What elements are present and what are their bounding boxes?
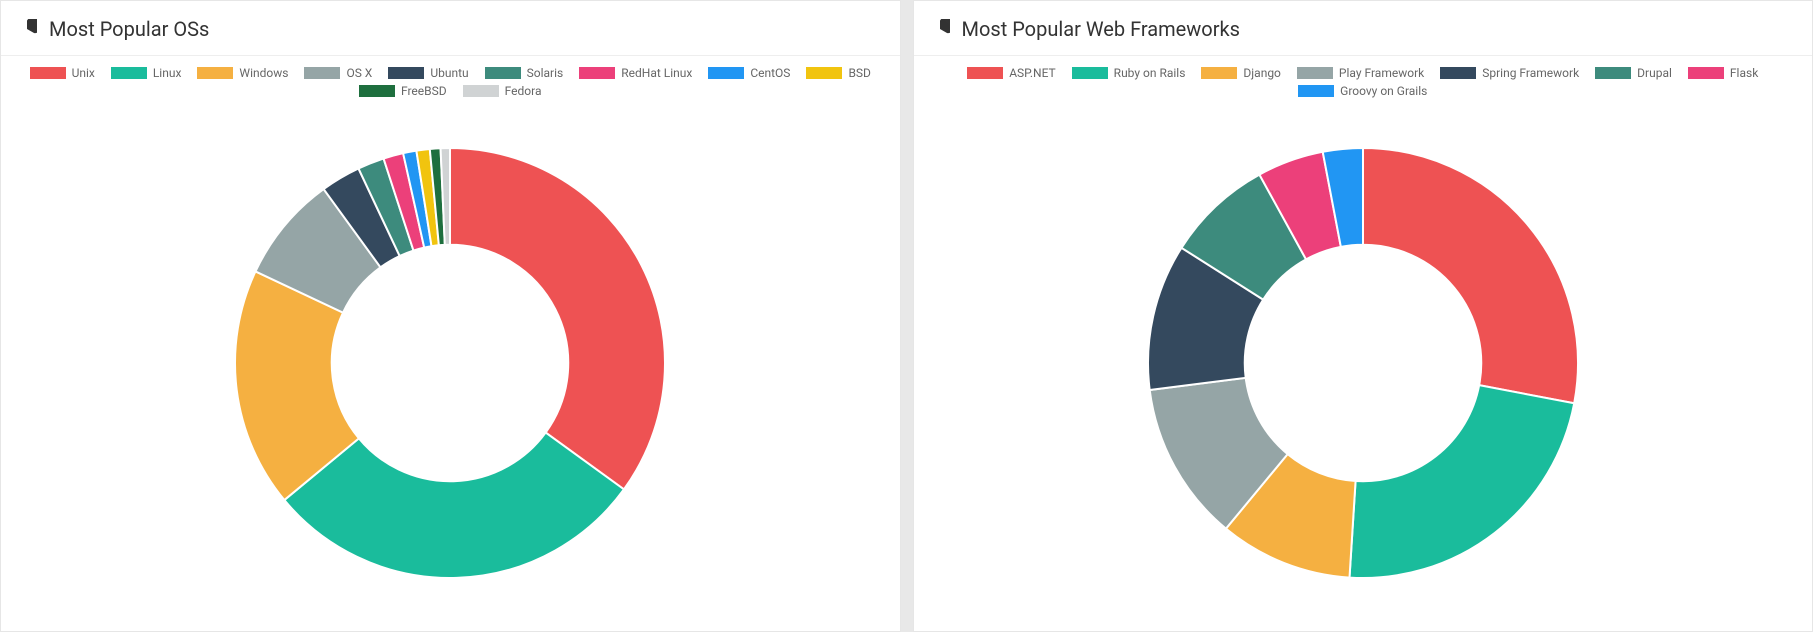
legend-swatch	[463, 85, 499, 97]
legend-swatch	[579, 67, 615, 79]
legend-item[interactable]: OS X	[304, 66, 372, 80]
legend-swatch	[304, 67, 340, 79]
donut-chart	[210, 123, 690, 603]
legend-item[interactable]: Flask	[1688, 66, 1758, 80]
chart-legend: ASP.NET Ruby on Rails Django Play Framework…	[932, 66, 1795, 98]
legend-swatch	[30, 67, 66, 79]
donut-chart	[1123, 123, 1603, 603]
legend-item[interactable]: Play Framework	[1297, 66, 1424, 80]
donut-slice[interactable]	[1349, 385, 1574, 578]
legend-item[interactable]: RedHat Linux	[579, 66, 692, 80]
donut-slice[interactable]	[450, 148, 665, 489]
card-title: Most Popular Web Frameworks	[962, 17, 1240, 41]
legend-swatch	[388, 67, 424, 79]
legend-item[interactable]: ASP.NET	[967, 66, 1055, 80]
legend-swatch	[1297, 67, 1333, 79]
pie-chart-icon	[17, 19, 37, 39]
legend-label: Solaris	[527, 66, 564, 80]
card-web: Most Popular Web Frameworks ASP.NET Ruby …	[913, 0, 1813, 632]
legend-swatch	[111, 67, 147, 79]
card-body: ASP.NET Ruby on Rails Django Play Framework…	[914, 56, 1813, 631]
legend-label: Spring Framework	[1482, 66, 1579, 80]
legend-label: Ubuntu	[430, 66, 468, 80]
legend-swatch	[708, 67, 744, 79]
card-header: Most Popular Web Frameworks	[914, 1, 1813, 56]
dashboard-row: Most Popular OSs Unix Linux Windows OS X Ubu…	[0, 0, 1813, 632]
legend-label: Groovy on Grails	[1340, 84, 1427, 98]
card-body: Unix Linux Windows OS X Ubuntu Solaris RedHat …	[1, 56, 900, 631]
legend-item[interactable]: FreeBSD	[359, 84, 447, 98]
legend-label: Linux	[153, 66, 182, 80]
legend-label: Django	[1243, 66, 1280, 80]
legend-label: Fedora	[505, 84, 542, 98]
legend-item[interactable]: Ubuntu	[388, 66, 468, 80]
card-os: Most Popular OSs Unix Linux Windows OS X Ubu…	[0, 0, 901, 632]
legend-item[interactable]: Ruby on Rails	[1072, 66, 1186, 80]
legend-swatch	[1595, 67, 1631, 79]
legend-item[interactable]: Fedora	[463, 84, 542, 98]
legend-item[interactable]: Windows	[197, 66, 288, 80]
legend-label: Drupal	[1637, 66, 1672, 80]
legend-label: OS X	[346, 66, 372, 80]
chart-area	[19, 106, 882, 619]
legend-label: ASP.NET	[1009, 66, 1055, 80]
legend-item[interactable]: Spring Framework	[1440, 66, 1579, 80]
legend-swatch	[1298, 85, 1334, 97]
legend-label: Play Framework	[1339, 66, 1424, 80]
legend-label: RedHat Linux	[621, 66, 692, 80]
legend-item[interactable]: BSD	[806, 66, 870, 80]
legend-item[interactable]: Groovy on Grails	[1298, 84, 1427, 98]
legend-swatch	[1072, 67, 1108, 79]
legend-swatch	[485, 67, 521, 79]
legend-item[interactable]: Drupal	[1595, 66, 1672, 80]
legend-item[interactable]: Unix	[30, 66, 95, 80]
legend-swatch	[1688, 67, 1724, 79]
legend-label: Ruby on Rails	[1114, 66, 1186, 80]
legend-label: BSD	[848, 66, 870, 80]
chart-legend: Unix Linux Windows OS X Ubuntu Solaris RedHat …	[19, 66, 882, 98]
legend-label: Unix	[72, 66, 95, 80]
legend-item[interactable]: Linux	[111, 66, 182, 80]
legend-label: Windows	[239, 66, 288, 80]
legend-swatch	[967, 67, 1003, 79]
legend-item[interactable]: Solaris	[485, 66, 564, 80]
legend-swatch	[806, 67, 842, 79]
legend-item[interactable]: Django	[1201, 66, 1280, 80]
card-header: Most Popular OSs	[1, 1, 900, 56]
legend-label: CentOS	[750, 66, 790, 80]
legend-label: Flask	[1730, 66, 1758, 80]
legend-swatch	[1440, 67, 1476, 79]
legend-swatch	[197, 67, 233, 79]
legend-swatch	[1201, 67, 1237, 79]
legend-swatch	[359, 85, 395, 97]
legend-label: FreeBSD	[401, 84, 447, 98]
chart-area	[932, 106, 1795, 619]
donut-slice[interactable]	[1363, 148, 1578, 403]
card-title: Most Popular OSs	[49, 17, 209, 41]
legend-item[interactable]: CentOS	[708, 66, 790, 80]
pie-chart-icon	[930, 19, 950, 39]
